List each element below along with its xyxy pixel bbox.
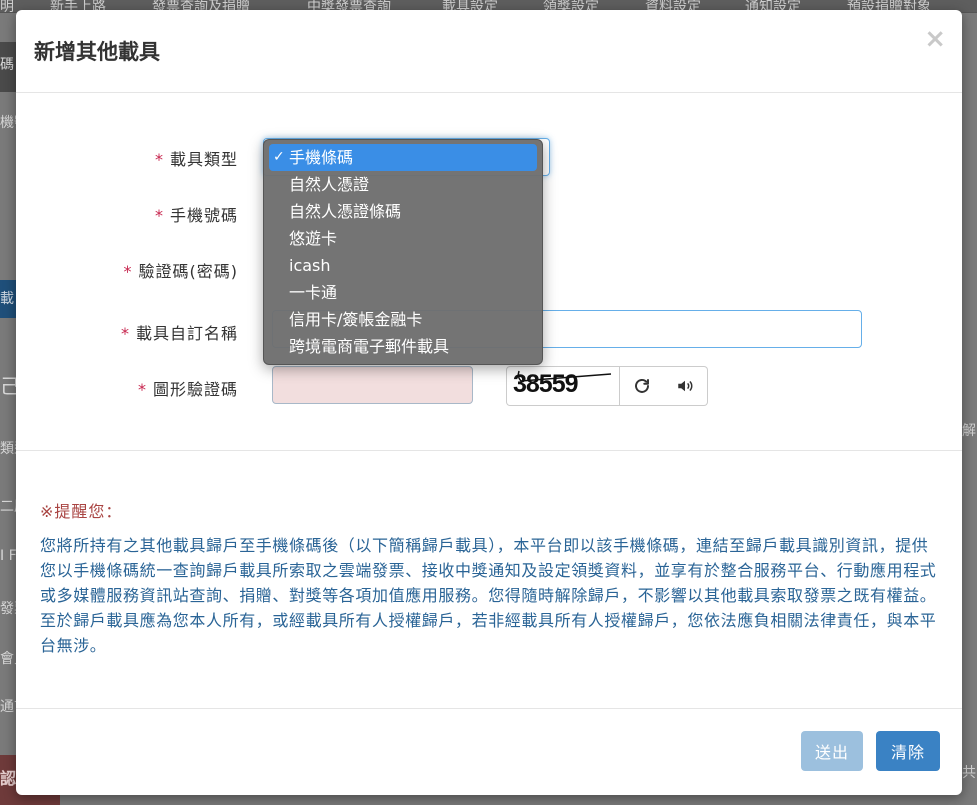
carrier-option-citizen-certificate[interactable]: 自然人憑證	[269, 171, 537, 198]
carrier-option-label: 悠遊卡	[289, 229, 338, 248]
volume-icon	[678, 380, 693, 392]
carrier-option-label: 信用卡/簽帳金融卡	[289, 310, 423, 329]
modal-title: 新增其他載具	[34, 40, 160, 64]
carrier-option-easycard[interactable]: 悠遊卡	[269, 225, 537, 252]
background-left-label: 載	[0, 291, 14, 307]
phone-barcode-label: * 手機號碼	[155, 202, 238, 226]
required-mark: *	[154, 206, 164, 225]
refresh-captcha-button[interactable]	[619, 366, 665, 406]
captcha-image: 38559	[506, 366, 620, 406]
carrier-option-phone-barcode[interactable]: ✓ 手機條碼	[269, 144, 537, 171]
carrier-option-citizen-certificate-barcode[interactable]: 自然人憑證條碼	[269, 198, 537, 225]
carrier-option-cross-border-email[interactable]: 跨境電商電子郵件載具	[269, 333, 537, 360]
carrier-option-label: icash	[289, 256, 331, 275]
captcha-input[interactable]	[272, 366, 473, 404]
phone-barcode-label-text: 手機號碼	[169, 206, 238, 225]
custom-name-label: * 載具自訂名稱	[121, 320, 238, 344]
required-mark: *	[123, 262, 133, 281]
carrier-option-label: 跨境電商電子郵件載具	[289, 337, 450, 356]
background-sub-tab: 碼	[0, 42, 16, 92]
required-mark: *	[120, 324, 130, 343]
form-divider	[16, 450, 962, 451]
carrier-option-label: 一卡通	[289, 283, 338, 302]
carrier-option-label: 自然人憑證	[289, 175, 370, 194]
audio-captcha-button[interactable]	[663, 366, 708, 406]
background-left-label: 認	[0, 769, 17, 788]
captcha-label: * 圖形驗證碼	[138, 376, 238, 400]
required-mark: *	[154, 150, 164, 169]
add-carrier-modal: 新增其他載具 × * 載具類型 * 手機號碼 * 驗證碼(密碼) * 載具自訂名稱 * 圖…	[16, 10, 962, 795]
carrier-type-label: * 載具類型	[155, 146, 238, 170]
reminder-title: ※提醒您：	[40, 502, 123, 521]
modal-header: 新增其他載具 ×	[16, 10, 962, 93]
carrier-option-label: 手機條碼	[289, 148, 354, 167]
background-blue-tab: 載	[0, 280, 16, 318]
verify-code-label: * 驗證碼(密碼)	[124, 258, 239, 282]
refresh-icon	[635, 379, 649, 393]
background-sub-label: 碼	[0, 57, 14, 73]
verify-code-label-text: 驗證碼(密碼)	[138, 262, 238, 281]
reminder-body: 您將所持有之其他載具歸戶至手機條碼後（以下簡稱歸戶載具），本平台即以該手機條碼，…	[40, 536, 937, 655]
carrier-type-dropdown: ✓ 手機條碼 自然人憑證 自然人憑證條碼 悠遊卡 icash 一卡通 信用卡/簽帳…	[263, 139, 543, 365]
carrier-type-label-text: 載具類型	[169, 150, 238, 169]
captcha-label-text: 圖形驗證碼	[152, 380, 238, 399]
background-right-label: 解	[962, 423, 976, 439]
background-left-label: I F	[0, 548, 17, 564]
carrier-option-icash[interactable]: icash	[269, 252, 537, 279]
footer-divider	[16, 708, 962, 709]
carrier-option-ipass[interactable]: 一卡通	[269, 279, 537, 306]
required-mark: *	[137, 380, 147, 399]
background-right-label: 共	[962, 765, 976, 781]
submit-button[interactable]: 送出	[801, 731, 863, 771]
clear-button[interactable]: 清除	[876, 731, 940, 771]
carrier-option-label: 自然人憑證條碼	[289, 202, 402, 221]
carrier-option-credit-card[interactable]: 信用卡/簽帳金融卡	[269, 306, 537, 333]
check-icon: ✓	[273, 149, 285, 165]
captcha-noise-line	[517, 370, 612, 382]
background-nav-item: 明	[0, 0, 14, 15]
custom-name-label-text: 載具自訂名稱	[135, 324, 238, 343]
close-icon[interactable]: ×	[924, 26, 946, 52]
